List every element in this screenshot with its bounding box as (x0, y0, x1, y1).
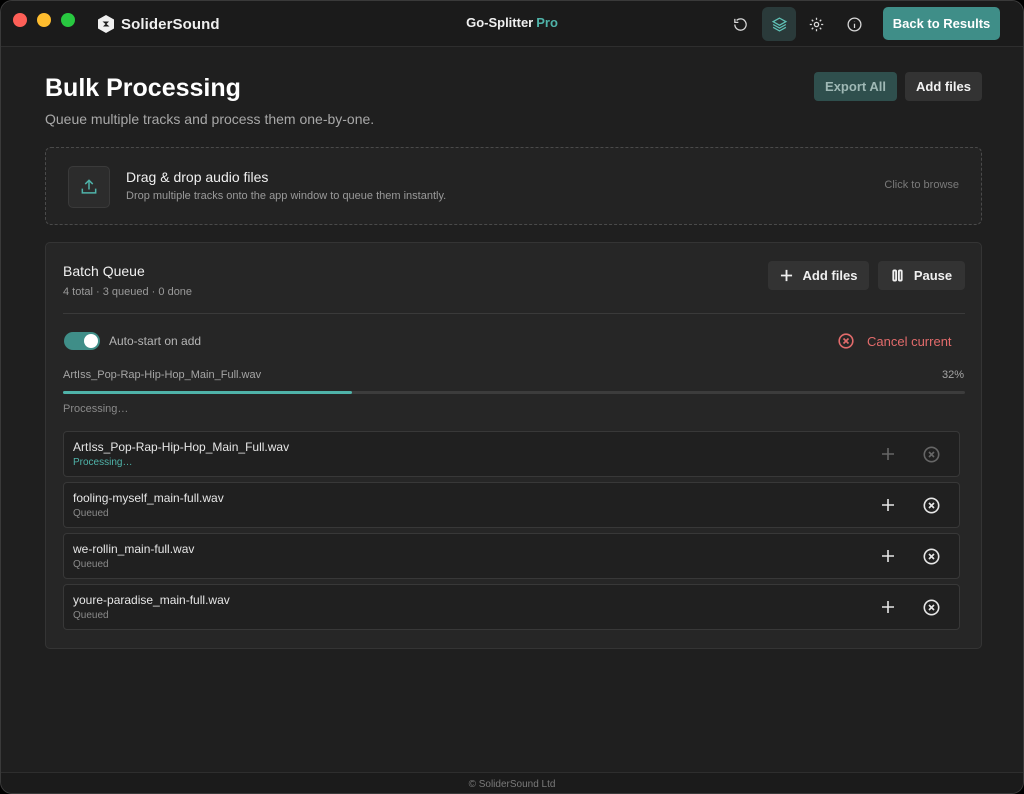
add-files-button[interactable]: Add files (905, 72, 982, 101)
queue-item[interactable]: youre-paradise_main-full.wav Queued (63, 584, 960, 630)
batch-queue-panel: Batch Queue 4 total · 3 queued · 0 done … (45, 242, 982, 649)
refresh-button[interactable] (723, 7, 757, 41)
queue-item-status: Queued (73, 559, 109, 570)
plus-icon (780, 269, 792, 282)
footer: © SoliderSound Ltd (1, 772, 1023, 793)
page-title: Bulk Processing (45, 74, 241, 102)
queue-item[interactable]: ArtIss_Pop-Rap-Hip-Hop_Main_Full.wav Proc… (63, 431, 960, 477)
divider (63, 313, 965, 314)
pause-button[interactable]: Pause (878, 261, 965, 290)
pro-badge: Pro (536, 15, 558, 30)
remove-circle-icon (923, 599, 940, 616)
queue-item-name: we-rollin_main-full.wav (73, 542, 195, 556)
progress-bar (63, 391, 965, 394)
current-progress-percent: 32% (941, 369, 964, 381)
auto-start-toggle[interactable] (64, 332, 100, 350)
app-title-text: Go-Splitter (466, 15, 534, 30)
queue-item[interactable]: we-rollin_main-full.wav Queued (63, 533, 960, 579)
remove-circle-icon (923, 548, 940, 565)
plus-icon (882, 550, 894, 562)
footer-copyright: © SoliderSound Ltd (468, 779, 556, 790)
info-icon (846, 16, 862, 32)
click-to-browse-link[interactable]: Click to browse (884, 179, 959, 191)
queue-item-add-button[interactable] (880, 599, 896, 615)
queue-item-name: fooling-myself_main-full.wav (73, 491, 224, 505)
toggle-knob (84, 334, 98, 348)
queue-item-status: Queued (73, 610, 109, 621)
info-button[interactable] (837, 7, 871, 41)
plus-icon (882, 448, 894, 460)
cancel-current-label: Cancel current (867, 333, 952, 349)
queue-item-remove-button[interactable] (923, 446, 940, 463)
queue-item[interactable]: fooling-myself_main-full.wav Queued (63, 482, 960, 528)
layers-icon (771, 16, 787, 32)
queue-item-remove-button[interactable] (923, 497, 940, 514)
queue-item-remove-button[interactable] (923, 599, 940, 616)
progress-bar-fill (63, 391, 352, 394)
queue-item-add-button[interactable] (880, 548, 896, 564)
cancel-current-button[interactable]: Cancel current (838, 332, 952, 350)
drop-zone[interactable]: Drag & drop audio files Drop multiple tr… (45, 147, 982, 225)
upload-icon (81, 179, 97, 194)
app-window: SoliderSound Go-Splitter Pro Back to Res… (0, 0, 1024, 794)
queue-list: ArtIss_Pop-Rap-Hip-Hop_Main_Full.wav Proc… (63, 431, 960, 635)
batch-queue-title: Batch Queue (63, 263, 145, 279)
auto-start-label: Auto-start on add (109, 334, 202, 348)
layers-button[interactable] (762, 7, 796, 41)
queue-item-add-button[interactable] (880, 446, 896, 462)
cancel-circle-icon (838, 333, 854, 349)
queue-item-status: Queued (73, 508, 109, 519)
back-to-results-button[interactable]: Back to Results (883, 7, 1000, 40)
remove-circle-icon (923, 446, 940, 463)
drop-zone-title: Drag & drop audio files (126, 169, 269, 185)
queue-item-name: youre-paradise_main-full.wav (73, 593, 230, 607)
current-file-name: ArtIss_Pop-Rap-Hip-Hop_Main_Full.wav (63, 369, 262, 381)
queue-add-files-label: Add files (802, 268, 858, 283)
queue-add-files-button[interactable]: Add files (768, 261, 869, 290)
remove-circle-icon (923, 497, 940, 514)
current-status: Processing… (63, 403, 129, 415)
queue-item-remove-button[interactable] (923, 548, 940, 565)
queue-item-add-button[interactable] (880, 497, 896, 513)
queue-item-name: ArtIss_Pop-Rap-Hip-Hop_Main_Full.wav (73, 440, 290, 454)
plus-icon (882, 499, 894, 511)
plus-icon (882, 601, 894, 613)
title-bar: SoliderSound Go-Splitter Pro Back to Res… (1, 1, 1023, 47)
queue-item-status: Processing… (73, 457, 133, 468)
drop-zone-subtitle: Drop multiple tracks onto the app window… (126, 190, 447, 202)
pause-label: Pause (913, 268, 953, 283)
gear-icon (809, 17, 823, 31)
page-subtitle: Queue multiple tracks and process them o… (45, 111, 375, 127)
pause-icon (892, 269, 903, 282)
settings-button[interactable] (799, 7, 833, 41)
export-all-button[interactable]: Export All (814, 72, 897, 101)
batch-queue-stats: 4 total · 3 queued · 0 done (63, 286, 193, 298)
upload-icon-box (68, 166, 110, 208)
refresh-icon (733, 17, 747, 31)
